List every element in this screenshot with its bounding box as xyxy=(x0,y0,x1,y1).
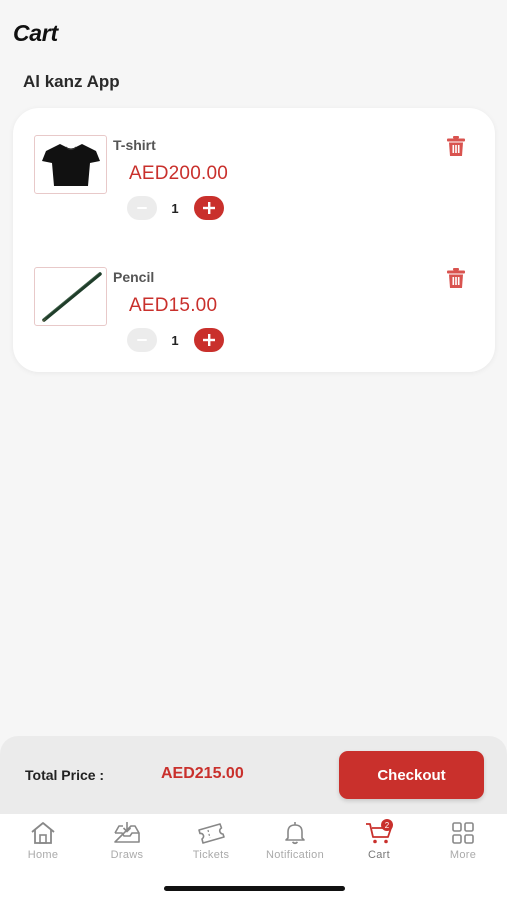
tshirt-thumbnail[interactable] xyxy=(34,135,107,194)
item-price: AED15.00 xyxy=(129,295,218,316)
tab-more[interactable]: More xyxy=(421,820,505,868)
decrease-quantity-button[interactable] xyxy=(127,328,157,352)
grid-icon xyxy=(448,820,478,846)
bell-icon xyxy=(280,820,310,846)
cart-item-tshirt: T-shirt AED200.00 1 xyxy=(13,108,495,220)
cart-item-pencil: Pencil AED15.00 1 xyxy=(13,240,495,352)
checkout-bar: Total Price : AED215.00 Checkout xyxy=(0,736,507,814)
tab-label: Tickets xyxy=(192,849,230,861)
inbox-icon xyxy=(112,820,142,846)
cart-items-card: T-shirt AED200.00 1 Pencil AED15.00 1 xyxy=(13,108,495,372)
tab-label: Cart xyxy=(368,849,390,861)
trash-icon xyxy=(447,268,465,288)
tab-label: Draws xyxy=(110,849,144,861)
tab-label: Home xyxy=(27,849,59,861)
ticket-icon xyxy=(196,820,226,846)
item-name: Pencil xyxy=(113,269,155,285)
cart-icon: 2 xyxy=(364,819,394,846)
cart-count-badge: 2 xyxy=(381,819,393,831)
tshirt-image xyxy=(41,143,100,186)
increase-quantity-button[interactable] xyxy=(194,328,224,352)
home-indicator xyxy=(164,886,345,891)
quantity-value: 1 xyxy=(171,333,179,348)
checkout-button[interactable]: Checkout xyxy=(339,751,484,799)
minus-icon xyxy=(137,339,147,341)
tab-draws[interactable]: Draws xyxy=(85,820,169,868)
home-icon xyxy=(28,820,58,846)
pencil-thumbnail[interactable] xyxy=(34,267,107,326)
minus-icon xyxy=(137,207,147,209)
delete-item-button[interactable] xyxy=(444,134,468,158)
item-name: T-shirt xyxy=(113,137,156,153)
store-name: Al kanz App xyxy=(23,72,120,91)
trash-icon xyxy=(447,136,465,156)
decrease-quantity-button[interactable] xyxy=(127,196,157,220)
tab-label: More xyxy=(449,849,477,861)
page-title: Cart xyxy=(13,20,58,46)
tab-tickets[interactable]: Tickets xyxy=(169,820,253,868)
plus-icon xyxy=(203,334,215,346)
tab-home[interactable]: Home xyxy=(1,820,85,868)
increase-quantity-button[interactable] xyxy=(194,196,224,220)
total-price-value: AED215.00 xyxy=(161,765,244,782)
tab-label: Notification xyxy=(265,849,324,861)
tab-notification[interactable]: Notification xyxy=(253,820,337,868)
pencil-image xyxy=(40,271,102,323)
tab-cart[interactable]: 2 Cart xyxy=(337,819,421,868)
plus-icon xyxy=(203,202,215,214)
quantity-value: 1 xyxy=(171,201,179,216)
item-price: AED200.00 xyxy=(129,163,228,184)
total-price-label: Total Price : xyxy=(25,767,105,783)
delete-item-button[interactable] xyxy=(444,266,468,290)
